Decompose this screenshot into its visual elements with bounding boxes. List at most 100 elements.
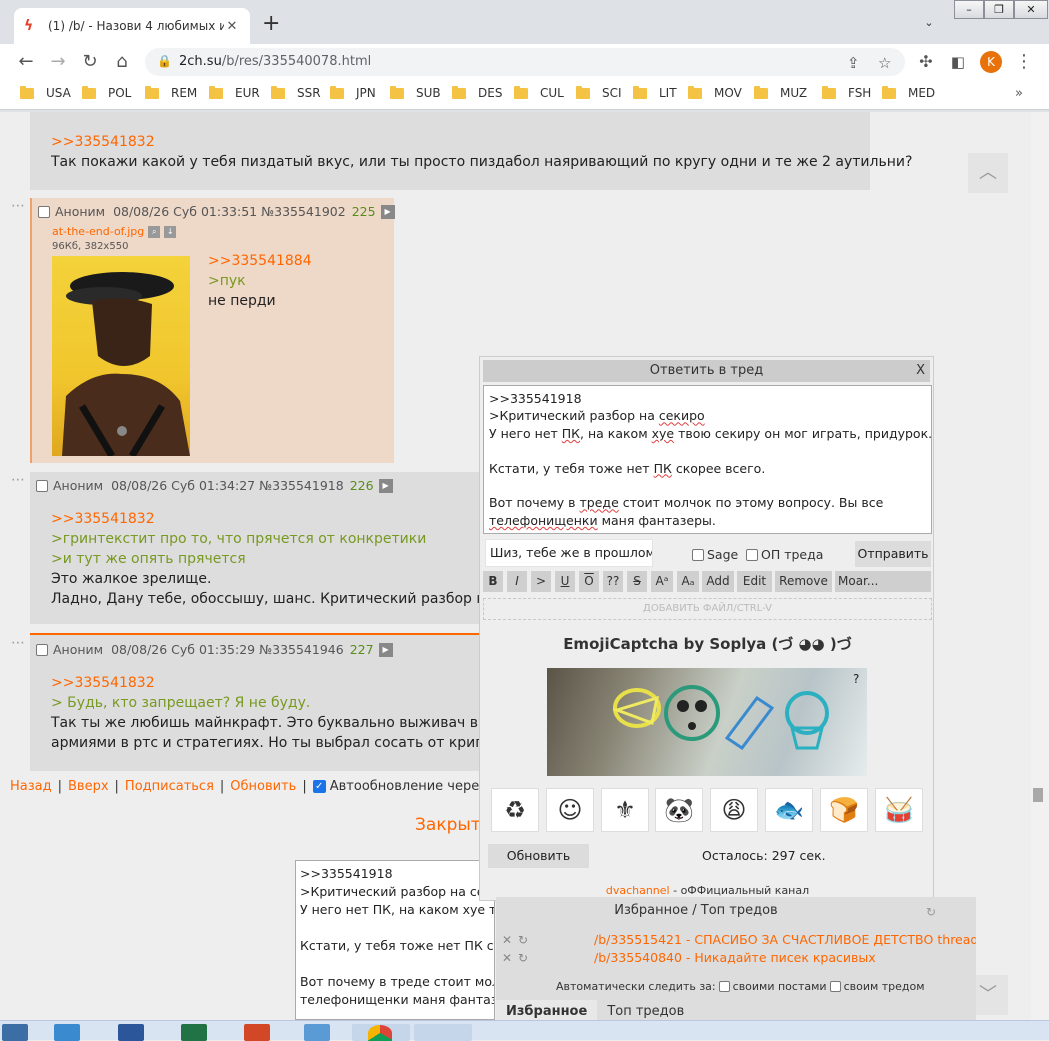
captcha-option-panda-icon[interactable]: 🐼: [655, 788, 703, 832]
captcha-help-icon[interactable]: ?: [853, 672, 859, 686]
extensions-puzzle-icon[interactable]: ✣: [914, 50, 938, 74]
browser-menu-icon[interactable]: ⋮: [1012, 50, 1036, 74]
post-menu-icon[interactable]: ⋯: [11, 635, 26, 651]
remove-favorite-icon[interactable]: ✕: [502, 933, 518, 947]
address-bar[interactable]: 🔒 2ch.su/b/res/335540078.html ⇪ ☆: [145, 48, 905, 76]
superscript-markup-button[interactable]: Aᵃ: [651, 571, 673, 592]
refresh-favorite-icon[interactable]: ↻: [518, 951, 534, 965]
bottom-reply-textarea[interactable]: >>335541918 >Критический разбор на секи …: [295, 860, 495, 1020]
post-play-icon[interactable]: ▶: [378, 642, 393, 657]
browser-tab[interactable]: ϟ (1) /b/ - Назови 4 любимых игр ✕: [14, 8, 250, 44]
remove-button[interactable]: Remove: [775, 571, 832, 592]
bookmark-folder[interactable]: MUZ: [754, 85, 807, 100]
scroll-up-button[interactable]: ︿: [968, 153, 1008, 193]
overline-markup-button[interactable]: O: [579, 571, 599, 592]
spoiler-markup-button[interactable]: ??: [603, 571, 623, 592]
bookmark-folder[interactable]: DES: [452, 85, 502, 100]
reply-message-textarea[interactable]: >>335541918 >Критический разбор на секир…: [483, 385, 932, 534]
sage-checkbox[interactable]: [692, 548, 704, 561]
captcha-option-fish-icon[interactable]: 🐟: [765, 788, 813, 832]
page-scrollbar-thumb[interactable]: [1033, 788, 1043, 802]
post-play-icon[interactable]: ▶: [378, 478, 393, 493]
underline-markup-button[interactable]: U: [555, 571, 575, 592]
bookmark-star-icon[interactable]: ☆: [878, 54, 891, 72]
reply-link[interactable]: >>335541884: [208, 251, 312, 271]
quote-markup-button[interactable]: >: [531, 571, 551, 592]
reply-link[interactable]: >>335541832: [51, 509, 506, 529]
post-menu-icon[interactable]: ⋯: [11, 198, 26, 214]
bookmark-folder[interactable]: REM: [145, 85, 197, 100]
bookmark-folder[interactable]: SSR: [271, 85, 321, 100]
sage-option[interactable]: Sage: [692, 547, 738, 562]
italic-markup-button[interactable]: I: [507, 571, 527, 592]
submit-button[interactable]: Отправить: [855, 541, 931, 567]
share-icon[interactable]: ⇪: [847, 54, 860, 72]
bookmark-folder[interactable]: USA: [20, 85, 71, 100]
forward-arrow-icon[interactable]: →: [46, 50, 70, 74]
image-search-icon[interactable]: ⌕: [148, 225, 161, 238]
bookmark-folder[interactable]: SUB: [390, 85, 441, 100]
reply-form-close-button[interactable]: X: [916, 360, 925, 382]
edge-icon[interactable]: [54, 1024, 80, 1041]
op-checkbox[interactable]: [746, 548, 758, 561]
up-link[interactable]: Вверх: [68, 779, 109, 794]
home-icon[interactable]: ⌂: [110, 50, 134, 74]
post-number[interactable]: №335541946: [259, 642, 344, 657]
bookmark-folder[interactable]: EUR: [209, 85, 260, 100]
post-menu-icon[interactable]: ⋯: [11, 472, 26, 488]
app-icon[interactable]: [304, 1024, 330, 1041]
post-checkbox[interactable]: [36, 479, 48, 492]
post-image-thumbnail[interactable]: [52, 256, 190, 456]
reply-form-header[interactable]: Ответить в тред X: [483, 360, 930, 382]
excel-icon[interactable]: [181, 1024, 207, 1041]
bookmark-folder[interactable]: SCI: [576, 85, 622, 100]
close-window-icon[interactable]: ✕: [1014, 0, 1048, 19]
download-icon[interactable]: ↓: [164, 225, 177, 238]
restore-window-icon[interactable]: ❐: [984, 0, 1014, 19]
bookmark-folder[interactable]: JPN: [330, 85, 376, 100]
add-file-dropzone[interactable]: ДОБАВИТЬ ФАЙЛ/CTRL-V: [483, 598, 932, 620]
autorefresh-checkbox[interactable]: ✓: [312, 780, 326, 793]
bookmark-folder[interactable]: MOV: [688, 85, 742, 100]
refresh-link[interactable]: Обновить: [230, 779, 296, 794]
post-checkbox[interactable]: [38, 205, 50, 218]
bookmark-folder[interactable]: MED: [882, 85, 935, 100]
bookmark-folder[interactable]: LIT: [633, 85, 677, 100]
bold-markup-button[interactable]: B: [483, 571, 503, 592]
chrome-taskbar-icon[interactable]: [352, 1024, 410, 1041]
captcha-option-drum-icon[interactable]: 🥁: [875, 788, 923, 832]
remove-favorite-icon[interactable]: ✕: [502, 951, 518, 965]
reply-link[interactable]: >>335541832: [51, 132, 912, 152]
favorites-sync-icon[interactable]: ↻: [926, 905, 936, 919]
captcha-option-fleur-de-lis-icon[interactable]: ⚜: [601, 788, 649, 832]
captcha-option-recycle-icon[interactable]: ♻: [491, 788, 539, 832]
page-scrollbar[interactable]: [1031, 112, 1049, 1020]
more-markup-dropdown[interactable]: Моаr...: [835, 571, 931, 592]
bookmark-folder[interactable]: POL: [82, 85, 131, 100]
add-button[interactable]: Add: [702, 571, 734, 592]
explorer-taskbar-icon[interactable]: [414, 1024, 472, 1041]
tab-search-icon[interactable]: ⌄: [919, 16, 939, 30]
powerpoint-icon[interactable]: [244, 1024, 270, 1041]
bookmark-folder[interactable]: FSH: [822, 85, 871, 100]
channel-link[interactable]: dvachannel: [606, 884, 670, 897]
file-name-link[interactable]: at-the-end-of.jpg: [52, 225, 144, 238]
subscript-markup-button[interactable]: Aₐ: [677, 571, 699, 592]
post-number[interactable]: №335541918: [259, 478, 344, 493]
side-panel-icon[interactable]: ◧: [946, 50, 970, 74]
new-tab-icon[interactable]: +: [262, 13, 280, 35]
captcha-option-bread-icon[interactable]: 🍞: [820, 788, 868, 832]
post-play-icon[interactable]: ▶: [380, 204, 395, 219]
back-link[interactable]: Назад: [10, 779, 52, 794]
reply-link[interactable]: >>335541832: [51, 673, 511, 693]
subject-input[interactable]: Шиз, тебе же в прошлом: [485, 539, 653, 567]
minimize-window-icon[interactable]: –: [954, 0, 984, 19]
own-posts-checkbox[interactable]: [718, 981, 730, 992]
back-arrow-icon[interactable]: ←: [14, 50, 38, 74]
edit-button[interactable]: Edit: [737, 571, 772, 592]
bookmark-folder[interactable]: CUL: [514, 85, 564, 100]
start-icon[interactable]: [2, 1024, 28, 1041]
favorite-thread-link[interactable]: /b/335540840 - Никадайте писек красивых: [594, 950, 876, 965]
word-icon[interactable]: [118, 1024, 144, 1041]
favorite-thread-link[interactable]: /b/335515421 - СПАСИБО ЗА СЧАСТЛИВОЕ ДЕТ…: [594, 932, 976, 947]
